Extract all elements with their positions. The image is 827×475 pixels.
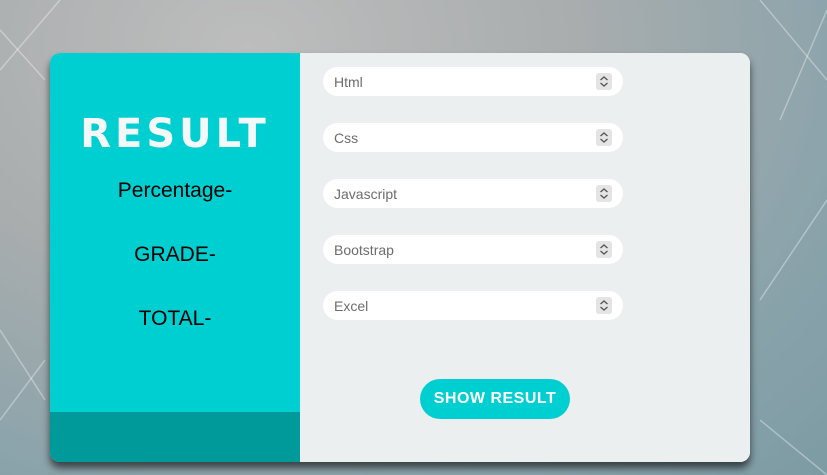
marks-input-panel: Html Css Javascript Bootstrap Excel SHOW… [300,53,750,462]
result-card: RESULT Percentage- GRADE- TOTAL- Html Cs… [50,53,750,462]
show-result-button[interactable]: SHOW RESULT [420,379,570,419]
result-summary-panel: RESULT Percentage- GRADE- TOTAL- [50,53,300,462]
number-spinner-icon[interactable] [596,185,612,202]
percentage-label: Percentage- [117,179,233,202]
css-marks-input[interactable]: Css [323,123,623,152]
javascript-input-placeholder: Javascript [334,186,398,202]
summary-footer-bar [50,412,300,462]
bootstrap-input-placeholder: Bootstrap [334,242,394,258]
css-input-placeholder: Css [334,130,359,146]
number-spinner-icon[interactable] [596,297,612,314]
bootstrap-marks-input[interactable]: Bootstrap [323,235,623,264]
html-input-placeholder: Html [334,74,363,90]
excel-input-placeholder: Excel [334,298,369,314]
number-spinner-icon[interactable] [596,73,612,90]
excel-marks-input[interactable]: Excel [323,291,623,320]
number-spinner-icon[interactable] [596,129,612,146]
number-spinner-icon[interactable] [596,241,612,258]
total-label: TOTAL- [138,307,212,330]
javascript-marks-input[interactable]: Javascript [323,179,623,208]
html-marks-input[interactable]: Html [323,67,623,96]
result-title: RESULT [80,111,270,157]
grade-label: GRADE- [134,243,216,266]
